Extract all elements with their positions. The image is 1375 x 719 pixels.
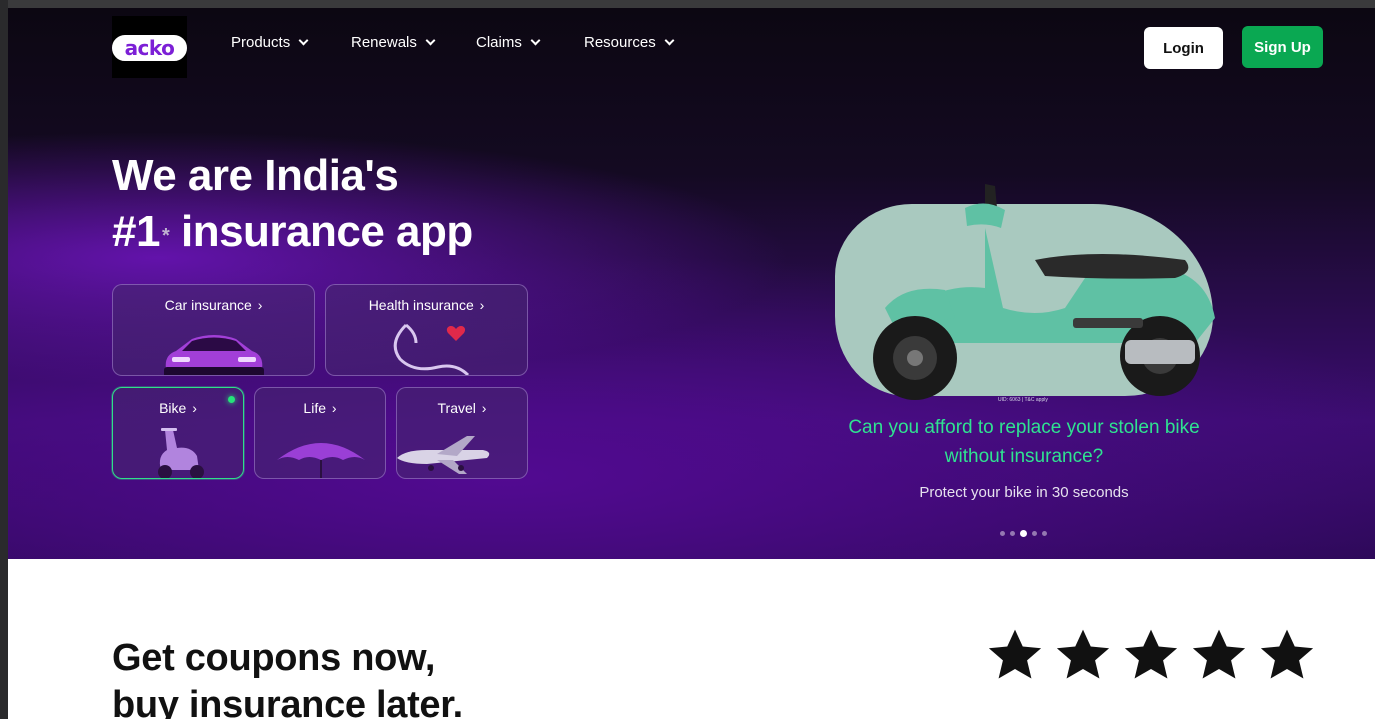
card-health-text: Health insurance	[368, 297, 474, 313]
product-card-life[interactable]: Life ›	[254, 387, 386, 479]
scooter-icon	[158, 428, 204, 478]
star-icon	[988, 629, 1042, 679]
carousel-dots	[1000, 530, 1047, 537]
card-label-health: Health insurance ›	[326, 297, 527, 313]
nav-renewals-label: Renewals	[351, 34, 417, 51]
chevron-down-icon	[425, 35, 436, 46]
product-card-bike[interactable]: Bike ›	[112, 387, 244, 479]
nav-resources-label: Resources	[584, 34, 656, 51]
top-nav: acko Products Renewals Claims Resources …	[8, 8, 1375, 88]
stethoscope-icon	[393, 323, 470, 375]
star-icon	[1124, 629, 1178, 679]
chevron-right-icon: ›	[331, 400, 337, 416]
promo-fine-print: UID: 6063 | T&C apply	[998, 397, 1048, 403]
login-button[interactable]: Login	[1144, 27, 1223, 69]
hero-headline: We are India's #1 * insurance app	[112, 148, 473, 260]
carousel-dot-active[interactable]	[1020, 530, 1027, 537]
logo-text: acko	[124, 36, 175, 60]
card-label-car: Car insurance ›	[113, 297, 314, 313]
card-label-life: Life ›	[255, 400, 385, 416]
chevron-right-icon: ›	[479, 297, 485, 313]
carousel-dot[interactable]	[1000, 531, 1005, 536]
chevron-right-icon: ›	[481, 400, 487, 416]
signup-button[interactable]: Sign Up	[1242, 26, 1323, 68]
window-frame-left	[0, 0, 8, 719]
hero-headline-suffix: insurance app	[169, 207, 473, 256]
star-icon	[1056, 629, 1110, 679]
hero-section: acko Products Renewals Claims Resources …	[8, 8, 1375, 559]
carousel-dot[interactable]	[1032, 531, 1037, 536]
promo-title: Can you afford to replace your stolen bi…	[848, 417, 1200, 467]
nav-resources[interactable]: Resources	[584, 34, 675, 51]
hero-asterisk: *	[161, 225, 170, 247]
airplane-icon	[397, 436, 490, 474]
product-card-car[interactable]: Car insurance ›	[112, 284, 315, 376]
acko-logo: acko	[112, 35, 187, 61]
scooter-image	[873, 184, 1215, 400]
star-icon	[1192, 629, 1246, 679]
chevron-right-icon: ›	[192, 400, 197, 416]
hero-rank: #1	[112, 207, 160, 256]
nav-renewals[interactable]: Renewals	[351, 34, 436, 51]
chevron-down-icon	[530, 35, 541, 46]
hero-headline-line2: #1 * insurance app	[112, 204, 473, 260]
card-car-text: Car insurance	[164, 297, 252, 313]
chevron-right-icon: ›	[257, 297, 263, 313]
card-life-text: Life	[303, 400, 326, 416]
nav-products[interactable]: Products	[231, 34, 309, 51]
nav-claims-label: Claims	[476, 34, 522, 51]
product-card-health[interactable]: Health insurance ›	[325, 284, 528, 376]
nav-products-label: Products	[231, 34, 291, 51]
coupons-heading-line1: Get coupons now,	[112, 637, 436, 679]
card-travel-text: Travel	[437, 400, 476, 416]
carousel-dot[interactable]	[1042, 531, 1047, 536]
car-icon	[164, 335, 264, 375]
hero-headline-line1: We are India's	[112, 151, 399, 200]
nav-claims[interactable]: Claims	[476, 34, 541, 51]
coupons-heading: Get coupons now, buy insurance later.	[112, 635, 463, 719]
coupons-section: Get coupons now, buy insurance later.	[8, 559, 1375, 719]
card-label-travel: Travel ›	[397, 400, 527, 416]
carousel-dot[interactable]	[1010, 531, 1015, 536]
coupons-heading-line2: buy insurance later.	[112, 684, 463, 719]
star-icon	[1260, 629, 1314, 679]
chevron-down-icon	[298, 35, 309, 46]
chevron-down-icon	[664, 35, 675, 46]
window-frame-top	[0, 0, 1375, 8]
card-bike-text: Bike	[159, 400, 187, 416]
product-card-travel[interactable]: Travel ›	[396, 387, 528, 479]
card-label-bike: Bike ›	[113, 400, 243, 416]
logo-link[interactable]: acko	[112, 16, 187, 78]
promo-subtitle: Protect your bike in 30 seconds	[919, 484, 1129, 501]
rating-stars	[986, 626, 1316, 684]
umbrella-icon	[277, 443, 365, 478]
